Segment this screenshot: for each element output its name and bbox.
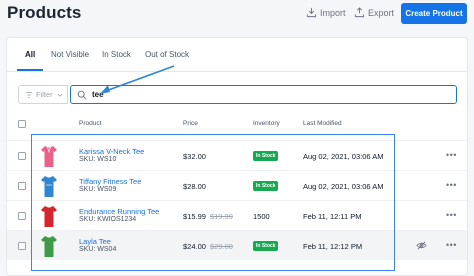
search-icon: [77, 90, 87, 99]
active-tab-indicator: [17, 69, 43, 71]
product-price: $28.00: [183, 182, 206, 191]
product-thumbnail[interactable]: [39, 174, 59, 199]
row-checkbox[interactable]: [18, 152, 26, 160]
product-name-link[interactable]: Layla Tee: [79, 237, 111, 246]
product-price: $24.00 $29.00: [183, 242, 233, 251]
product-sku: SKU: WS04: [79, 246, 117, 253]
table-row[interactable]: Tiffany Fitness Tee SKU: WS09 $28.00 In …: [7, 170, 467, 200]
column-header-product[interactable]: Product: [79, 120, 101, 127]
import-label: Import: [320, 7, 346, 18]
tab-all[interactable]: All: [25, 50, 35, 59]
more-options-icon[interactable]: •••: [446, 180, 457, 190]
column-header-inventory[interactable]: Inventory: [253, 120, 280, 127]
filter-icon: [25, 91, 33, 98]
create-product-button[interactable]: Create Product: [401, 3, 467, 24]
chevron-down-icon: [57, 93, 62, 97]
product-price: $32.00: [183, 152, 206, 161]
table-row[interactable]: Karissa V-Neck Tee SKU: WS10 $32.00 In S…: [7, 140, 467, 170]
export-icon: [354, 7, 365, 18]
in-stock-badge: In Stock: [253, 241, 279, 251]
price-value: $32.00: [183, 152, 206, 161]
row-checkbox[interactable]: [18, 212, 26, 220]
in-stock-badge: In Stock: [253, 181, 279, 191]
product-thumbnail[interactable]: [39, 144, 59, 169]
tab-bar: All Not Visible In Stock Out of Stock: [7, 38, 467, 72]
tab-out-of-stock[interactable]: Out of Stock: [145, 50, 189, 59]
row-checkbox[interactable]: [18, 242, 26, 250]
column-header-last-modified[interactable]: Last Modified: [303, 120, 342, 127]
last-modified: Feb 11, 12:11 PM: [303, 212, 362, 221]
select-all-checkbox[interactable]: [18, 120, 26, 128]
table-row[interactable]: Layla Tee SKU: WS04 $24.00 $29.00 In Stoc…: [7, 230, 467, 260]
last-modified: Aug 02, 2021, 03:06 AM: [303, 182, 384, 191]
more-options-icon[interactable]: •••: [446, 150, 457, 160]
product-name-link[interactable]: Endurance Running Tee: [79, 207, 159, 216]
tab-not-visible[interactable]: Not Visible: [51, 50, 89, 59]
last-modified: Feb 11, 12:12 PM: [303, 242, 363, 251]
table-row[interactable]: Endurance Running Tee SKU: KWIOS1234 $15…: [7, 200, 467, 230]
page-title: Products: [7, 3, 82, 22]
more-options-icon[interactable]: •••: [446, 210, 457, 220]
compare-at-price: $29.00: [209, 242, 233, 251]
product-sku: SKU: KWIOS1234: [79, 216, 137, 223]
more-options-icon[interactable]: •••: [446, 240, 457, 250]
tab-in-stock[interactable]: In Stock: [102, 50, 131, 59]
export-button[interactable]: Export: [354, 7, 394, 18]
filter-button[interactable]: Filter: [18, 85, 68, 104]
annotation-arrow: [100, 65, 175, 94]
product-name-link[interactable]: Karissa V-Neck Tee: [79, 147, 144, 156]
price-value: $28.00: [183, 182, 206, 191]
compare-at-price: $19.99: [209, 212, 233, 221]
inventory-count: 1500: [253, 212, 270, 221]
product-price: $15.99 $19.99: [183, 212, 233, 221]
export-label: Export: [368, 7, 395, 18]
import-icon: [306, 7, 317, 18]
products-card: All Not Visible In Stock Out of Stock Fi…: [6, 37, 468, 276]
import-button[interactable]: Import: [306, 7, 346, 18]
column-header-price[interactable]: Price: [183, 120, 198, 127]
product-thumbnail[interactable]: [39, 204, 59, 229]
product-sku: SKU: WS09: [79, 186, 117, 193]
price-value: $15.99: [183, 212, 206, 221]
in-stock-badge: In Stock: [253, 151, 279, 161]
product-sku: SKU: WS10: [79, 156, 117, 163]
row-checkbox[interactable]: [18, 182, 26, 190]
product-thumbnail[interactable]: [39, 234, 59, 259]
product-name-link[interactable]: Tiffany Fitness Tee: [79, 177, 141, 186]
price-value: $24.00: [183, 242, 206, 251]
table-header: Product Price Inventory Last Modified: [7, 116, 467, 132]
filter-label: Filter: [36, 90, 53, 99]
last-modified: Aug 02, 2021, 03:06 AM: [303, 152, 384, 161]
eye-off-icon[interactable]: [416, 240, 427, 251]
top-bar: Products Import Export Create Product: [0, 0, 474, 30]
